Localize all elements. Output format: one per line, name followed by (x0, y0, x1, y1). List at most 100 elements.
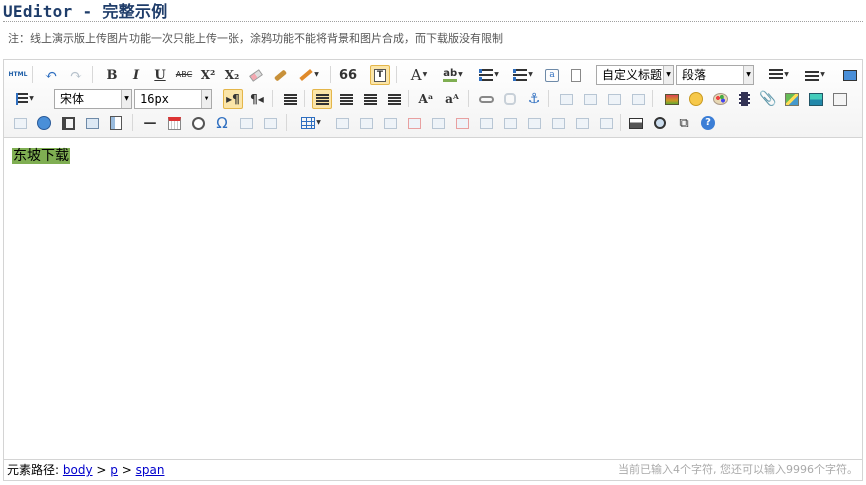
direction-rtl-button[interactable]: ¶◂ (247, 89, 267, 109)
horizontal-rule-button[interactable]: — (140, 113, 160, 133)
delete-table-button[interactable] (332, 113, 352, 133)
delete-col-button[interactable] (452, 113, 472, 133)
insert-paragraph-before-table-button[interactable] (356, 113, 376, 133)
redo-button[interactable]: ↷ (66, 65, 86, 85)
insert-image-button[interactable] (662, 89, 682, 109)
insert-table-button[interactable]: ▼ (296, 113, 326, 133)
delete-row-button[interactable] (404, 113, 424, 133)
insert-time-button[interactable] (188, 113, 208, 133)
world-icon (833, 92, 847, 106)
subscript-button[interactable]: X₂ (222, 65, 242, 85)
ordered-list-button[interactable]: ▼ (474, 65, 504, 85)
to-uppercase-button[interactable]: Aᵃ (416, 89, 436, 109)
autotypeset-button[interactable]: ▼ (294, 65, 324, 85)
help-button[interactable]: ? (698, 113, 718, 133)
print-button[interactable] (626, 113, 646, 133)
forecolor-button[interactable]: A ▼ (404, 65, 434, 85)
wordimage-button[interactable] (236, 113, 256, 133)
insert-date-button[interactable] (164, 113, 184, 133)
template-button[interactable] (34, 113, 54, 133)
insert-row-button[interactable] (380, 113, 400, 133)
background-button[interactable] (58, 113, 78, 133)
split-to-rows-button[interactable] (572, 113, 592, 133)
editor-content[interactable]: 东坡下载 (4, 139, 862, 459)
direction-ltr-button[interactable]: ▸¶ (223, 89, 243, 109)
special-chars-button[interactable]: Ω (212, 113, 232, 133)
highlighted-text[interactable]: 东坡下载 (12, 148, 70, 164)
undo-button[interactable]: ↶ (41, 65, 61, 85)
blockquote-button[interactable]: 66 (338, 65, 358, 85)
merge-cells-button[interactable] (476, 113, 496, 133)
merge-cells-icon (479, 117, 493, 129)
cleardoc-button[interactable]: a (542, 65, 562, 85)
unlink-button[interactable] (500, 89, 520, 109)
image-none-button[interactable] (556, 89, 576, 109)
backcolor-button[interactable]: ab ▼ (438, 65, 468, 85)
row-spacing-top-button[interactable]: ▼ (764, 65, 794, 85)
format-brush-button[interactable] (270, 65, 290, 85)
link-button[interactable] (476, 89, 496, 109)
snapscreen-button[interactable] (260, 113, 280, 133)
superscript-button[interactable]: X² (198, 65, 218, 85)
table-icon (301, 117, 316, 129)
insert-html-button[interactable] (82, 113, 102, 133)
chevron-down-icon: ▼ (743, 66, 753, 84)
page-break-button[interactable] (10, 113, 30, 133)
preview-button[interactable] (840, 65, 860, 85)
paragraph-before-table-icon (359, 117, 373, 129)
insert-col-button[interactable] (428, 113, 448, 133)
align-center-button[interactable] (336, 89, 356, 109)
scrawl-button[interactable] (710, 89, 730, 109)
page-note: 注：线上演示版上传图片功能一次只能上传一张，涂鸦功能不能将背景和图片合成，而下载… (8, 32, 503, 45)
image-left-button[interactable] (580, 89, 600, 109)
insert-video-button[interactable] (734, 89, 754, 109)
align-right-button[interactable] (360, 89, 380, 109)
source-html-button[interactable]: HTML (8, 65, 28, 85)
preview-zoom-button[interactable] (650, 113, 670, 133)
unordered-list-icon (513, 69, 528, 81)
image-center-button[interactable] (628, 89, 648, 109)
underline-button[interactable]: U (150, 65, 170, 85)
insert-frame-button[interactable] (806, 89, 826, 109)
merge-right-button[interactable] (500, 113, 520, 133)
align-justify-button[interactable] (384, 89, 404, 109)
paste-plain-button[interactable]: T (370, 65, 390, 85)
path-link-span[interactable]: span (136, 463, 165, 477)
custom-heading-select[interactable]: 自定义标题 ▼ (596, 65, 674, 85)
bold-button[interactable]: B (102, 65, 122, 85)
row-spacing-bottom-button[interactable]: ▼ (800, 65, 830, 85)
unordered-list-button[interactable]: ▼ (508, 65, 538, 85)
gmap-button[interactable] (782, 89, 802, 109)
anchor-button[interactable]: ⚓ (524, 89, 544, 109)
font-family-select[interactable]: 宋体 ▼ (54, 89, 132, 109)
indent-button[interactable] (280, 89, 300, 109)
split-to-cells-button[interactable] (548, 113, 568, 133)
eraser-button[interactable] (246, 65, 266, 85)
uppercase-icon: Aᵃ (418, 92, 434, 106)
to-lowercase-button[interactable]: aᴬ (442, 89, 462, 109)
row-spacing-icon (769, 69, 784, 81)
calendar-icon (167, 116, 181, 130)
insert-code-button[interactable] (830, 89, 850, 109)
new-doc-button[interactable] (566, 65, 586, 85)
font-size-select[interactable]: 16px ▼ (134, 89, 212, 109)
print-preview-button[interactable] (106, 113, 126, 133)
merge-down-icon (527, 117, 541, 129)
print-doc-icon (110, 116, 122, 130)
merge-down-button[interactable] (524, 113, 544, 133)
line-height-button[interactable]: ▼ (10, 89, 40, 109)
italic-button[interactable]: I (126, 65, 146, 85)
path-link-body[interactable]: body (63, 463, 93, 477)
emotion-button[interactable] (686, 89, 706, 109)
strikethrough-button[interactable]: ABC (174, 65, 194, 85)
path-link-p[interactable]: p (110, 463, 118, 477)
map-icon (785, 92, 799, 106)
palette-icon (712, 93, 728, 105)
attachment-button[interactable]: 📎 (758, 89, 778, 109)
image-right-button[interactable] (604, 89, 624, 109)
page-break-icon (13, 117, 27, 129)
split-to-cols-button[interactable] (596, 113, 616, 133)
paragraph-select[interactable]: 段落 ▼ (676, 65, 754, 85)
search-replace-button[interactable]: ⧉ (674, 113, 694, 133)
align-left-button[interactable] (312, 89, 332, 109)
